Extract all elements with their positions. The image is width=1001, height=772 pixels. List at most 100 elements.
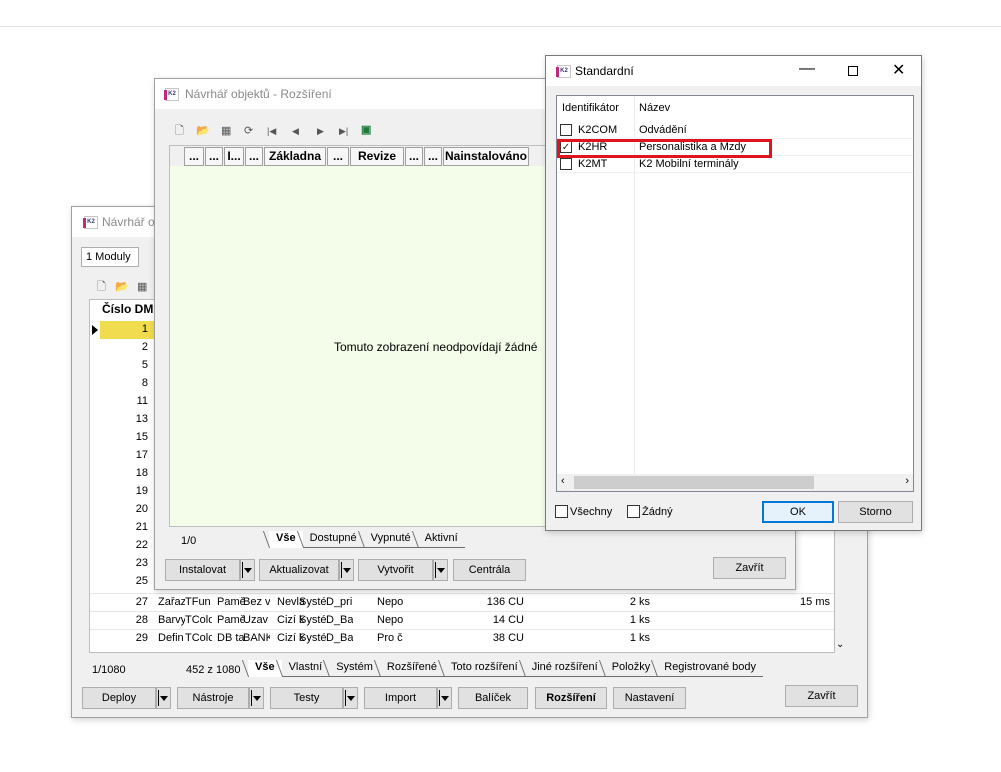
- maximize-icon[interactable]: [848, 66, 858, 76]
- designer-close-button[interactable]: Zavřít: [713, 557, 786, 579]
- tab-jiné-rozšíření[interactable]: Jiné rozšíření: [524, 660, 605, 677]
- table-cell: Systé: [299, 614, 326, 626]
- scroll-down-icon[interactable]: ⌄: [836, 639, 844, 650]
- central-button[interactable]: Centrála: [453, 559, 526, 581]
- table-cell: Uzav: [243, 614, 269, 626]
- tab-vlastní[interactable]: Vlastní: [281, 660, 330, 677]
- table-row[interactable]: 27ZařazTFunPaměBez vNevlaSystéD_pri srNe…: [90, 593, 834, 611]
- row-number[interactable]: 17: [100, 449, 148, 461]
- main-filter-tabs: Vše Vlastní Systém Rozšířené Toto rozšíření J…: [248, 660, 763, 677]
- row-number[interactable]: 25: [100, 575, 148, 587]
- tab-dostupné[interactable]: Dostupné: [302, 531, 364, 548]
- module-list: Identifikátor Název K2COM Odvádění ✓ K2HR Pe…: [556, 95, 914, 492]
- tab-moduly[interactable]: 1 Moduly: [81, 247, 139, 267]
- first-record-icon[interactable]: |◀: [267, 124, 276, 138]
- deploy-dropdown-icon[interactable]: [156, 687, 171, 709]
- import-button[interactable]: Import: [364, 687, 437, 709]
- tools-dropdown-icon[interactable]: [249, 687, 264, 709]
- tab-registrované-body[interactable]: Registrované body: [657, 660, 763, 677]
- row-number[interactable]: 22: [100, 539, 148, 551]
- last-record-icon[interactable]: ▶|: [339, 124, 348, 138]
- grid-column-header[interactable]: Nainstalováno: [443, 147, 529, 166]
- table-cell: Bez v: [243, 596, 270, 608]
- column-header-name[interactable]: Název: [639, 102, 670, 114]
- create-button[interactable]: Vytvořit: [358, 559, 433, 581]
- import-dropdown-icon[interactable]: [437, 687, 452, 709]
- row-number[interactable]: 13: [100, 413, 148, 425]
- module-row-k2com[interactable]: K2COM Odvádění: [557, 122, 913, 139]
- row-number[interactable]: 23: [100, 557, 148, 569]
- row-number[interactable]: 2: [100, 341, 148, 353]
- update-button[interactable]: Aktualizovat: [259, 559, 339, 581]
- designer-window-title: Návrhář objektů - Rozšíření: [185, 87, 332, 101]
- tab-rozšířené[interactable]: Rozšířené: [379, 660, 445, 677]
- scrollbar-thumb[interactable]: [574, 476, 814, 489]
- grid-column-header[interactable]: ...: [184, 147, 204, 166]
- main-close-button[interactable]: Zavřít: [785, 685, 858, 707]
- grid-column-header[interactable]: ...: [245, 147, 263, 166]
- previous-record-icon[interactable]: ◀: [292, 124, 299, 138]
- row-number[interactable]: 11: [100, 395, 148, 407]
- new-file-icon[interactable]: 🗋: [97, 280, 106, 294]
- row-number[interactable]: 8: [100, 377, 148, 389]
- next-record-icon[interactable]: ▶: [317, 124, 324, 138]
- tools-button[interactable]: Nástroje: [177, 687, 249, 709]
- install-dropdown-icon[interactable]: [240, 559, 255, 581]
- ok-button[interactable]: OK: [762, 501, 834, 523]
- package-icon[interactable]: ▦: [137, 280, 147, 294]
- package-icon[interactable]: ▦: [221, 124, 231, 138]
- close-icon[interactable]: ✕: [892, 60, 905, 80]
- module-checkbox[interactable]: [560, 124, 572, 136]
- table-cell: TColc: [185, 632, 212, 644]
- row-number[interactable]: 21: [100, 521, 148, 533]
- grid-column-header[interactable]: Revize: [350, 147, 404, 166]
- grid-column-header[interactable]: ...: [205, 147, 223, 166]
- open-folder-icon[interactable]: 📂: [115, 280, 129, 294]
- deploy-button[interactable]: Deploy: [82, 687, 156, 709]
- select-all-checkbox[interactable]: [555, 505, 568, 518]
- grid-column-header[interactable]: ...: [405, 147, 423, 166]
- install-button[interactable]: Instalovat: [165, 559, 240, 581]
- module-checkbox[interactable]: [560, 158, 572, 170]
- excel-export-icon[interactable]: ▣: [361, 123, 371, 137]
- settings-button[interactable]: Nastavení: [613, 687, 686, 709]
- row-number[interactable]: 15: [100, 431, 148, 443]
- grid-column-header[interactable]: Základna: [264, 147, 326, 166]
- minimize-icon[interactable]: —: [799, 60, 815, 78]
- package-button[interactable]: Balíček: [458, 687, 528, 709]
- column-header-identifier[interactable]: Identifikátor: [562, 102, 619, 114]
- row-number[interactable]: 19: [100, 485, 148, 497]
- table-row[interactable]: 29DefinTColcDB taBANK Bez vCizí kSystéD_…: [90, 629, 834, 647]
- grid-column-header[interactable]: I...: [224, 147, 244, 166]
- row-number[interactable]: 1: [100, 323, 148, 335]
- scroll-left-icon[interactable]: ‹: [561, 475, 565, 487]
- row-number[interactable]: 5: [100, 359, 148, 371]
- row-number[interactable]: 20: [100, 503, 148, 515]
- table-cell-count: 1 ks: [629, 632, 650, 644]
- create-dropdown-icon[interactable]: [433, 559, 448, 581]
- grid-column-header[interactable]: ...: [327, 147, 349, 166]
- horizontal-scrollbar[interactable]: ‹ ›: [557, 474, 913, 491]
- extensions-button[interactable]: Rozšíření: [535, 687, 607, 709]
- refresh-icon[interactable]: ⟳: [244, 124, 253, 138]
- row-number[interactable]: 18: [100, 467, 148, 479]
- column-header-cislo-dm[interactable]: Číslo DM: [102, 302, 153, 316]
- cancel-button[interactable]: Storno: [838, 501, 913, 523]
- select-none-checkbox[interactable]: [627, 505, 640, 518]
- tab-položky[interactable]: Položky: [604, 660, 658, 677]
- table-cell: Pro č: [377, 632, 403, 644]
- scroll-right-icon[interactable]: ›: [905, 475, 909, 487]
- open-folder-icon[interactable]: 📂: [196, 124, 210, 138]
- grid-column-header[interactable]: ...: [424, 147, 442, 166]
- table-row[interactable]: 28BarvyTColcPaměUzavCizí kSystéD_Ba nzNe…: [90, 611, 834, 629]
- tests-dropdown-icon[interactable]: [343, 687, 358, 709]
- row-number: 29: [135, 632, 148, 644]
- module-row-k2mt[interactable]: K2MT K2 Mobilní terminály: [557, 156, 913, 173]
- tests-button[interactable]: Testy: [270, 687, 343, 709]
- tab-systém[interactable]: Systém: [329, 660, 380, 677]
- new-file-icon[interactable]: 🗋: [175, 124, 184, 138]
- update-dropdown-icon[interactable]: [339, 559, 354, 581]
- tab-aktivní[interactable]: Aktivní: [417, 531, 465, 548]
- tab-vypnuté[interactable]: Vypnuté: [363, 531, 418, 548]
- tab-toto-rozšíření[interactable]: Toto rozšíření: [444, 660, 525, 677]
